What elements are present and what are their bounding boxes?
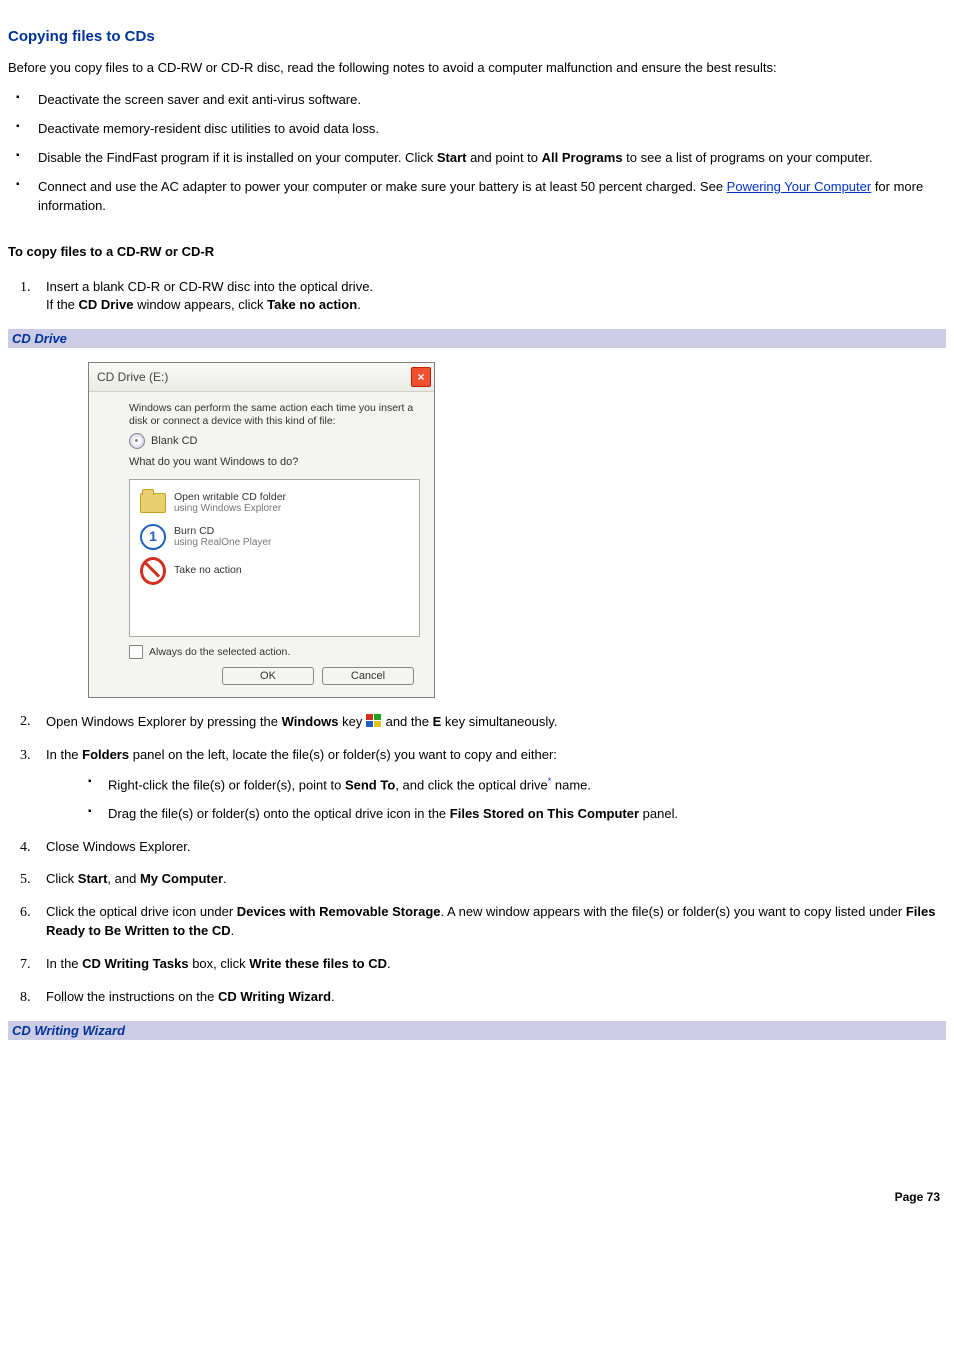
option-burn-cd[interactable]: 1 Burn CDusing RealOne Player — [134, 520, 415, 554]
powering-link[interactable]: Powering Your Computer — [727, 179, 872, 194]
folder-icon — [140, 493, 166, 513]
steps-list: 1. Insert a blank CD-R or CD-RW disc int… — [8, 278, 946, 316]
step-item: 1. Insert a blank CD-R or CD-RW disc int… — [8, 278, 946, 316]
blank-cd-label: Blank CD — [151, 435, 197, 447]
page-number: Page 73 — [8, 1190, 940, 1204]
substep-item: Right-click the file(s) or folder(s), po… — [46, 775, 946, 795]
ok-button[interactable]: OK — [222, 667, 314, 685]
subheading: To copy files to a CD-RW or CD-R — [8, 243, 946, 261]
close-icon[interactable]: × — [411, 367, 431, 387]
dialog-intro: Windows can perform the same action each… — [129, 402, 420, 427]
option-list[interactable]: Open writable CD folderusing Windows Exp… — [129, 479, 420, 637]
always-checkbox[interactable] — [129, 645, 143, 659]
cd-icon — [129, 433, 145, 449]
step-item: 8. Follow the instructions on the CD Wri… — [8, 988, 946, 1007]
intro-paragraph: Before you copy files to a CD-RW or CD-R… — [8, 59, 946, 77]
no-action-icon — [140, 557, 166, 585]
windows-key-icon — [366, 714, 382, 728]
realone-icon: 1 — [140, 524, 166, 550]
substep-item: Drag the file(s) or folder(s) onto the o… — [46, 805, 946, 824]
note-item: Deactivate memory-resident disc utilitie… — [8, 120, 946, 139]
dialog-screenshot: CD Drive (E:) × Windows can perform the … — [88, 362, 946, 698]
caption-cd-writing-wizard: CD Writing Wizard — [8, 1021, 946, 1040]
step-item: 2. Open Windows Explorer by pressing the… — [8, 712, 946, 732]
dialog-prompt: What do you want Windows to do? — [129, 455, 420, 470]
dialog-title: CD Drive (E:) — [97, 370, 168, 384]
always-label: Always do the selected action. — [149, 646, 290, 658]
note-item: Connect and use the AC adapter to power … — [8, 178, 946, 216]
option-no-action[interactable]: Take no action — [134, 554, 415, 588]
caption-cd-drive: CD Drive — [8, 329, 946, 348]
cancel-button[interactable]: Cancel — [322, 667, 414, 685]
option-open-folder[interactable]: Open writable CD folderusing Windows Exp… — [134, 486, 415, 520]
note-item: Deactivate the screen saver and exit ant… — [8, 91, 946, 110]
step-item: 4. Close Windows Explorer. — [8, 838, 946, 857]
step-item: 3. In the Folders panel on the left, loc… — [8, 746, 946, 824]
substeps: Right-click the file(s) or folder(s), po… — [46, 775, 946, 824]
steps-list-cont: 2. Open Windows Explorer by pressing the… — [8, 712, 946, 1007]
step-item: 5. Click Start, and My Computer. — [8, 870, 946, 889]
note-item: Disable the FindFast program if it is in… — [8, 149, 946, 168]
notes-list: Deactivate the screen saver and exit ant… — [8, 91, 946, 215]
section-title: Copying files to CDs — [8, 28, 946, 45]
step-item: 7. In the CD Writing Tasks box, click Wr… — [8, 955, 946, 974]
step-item: 6. Click the optical drive icon under De… — [8, 903, 946, 941]
